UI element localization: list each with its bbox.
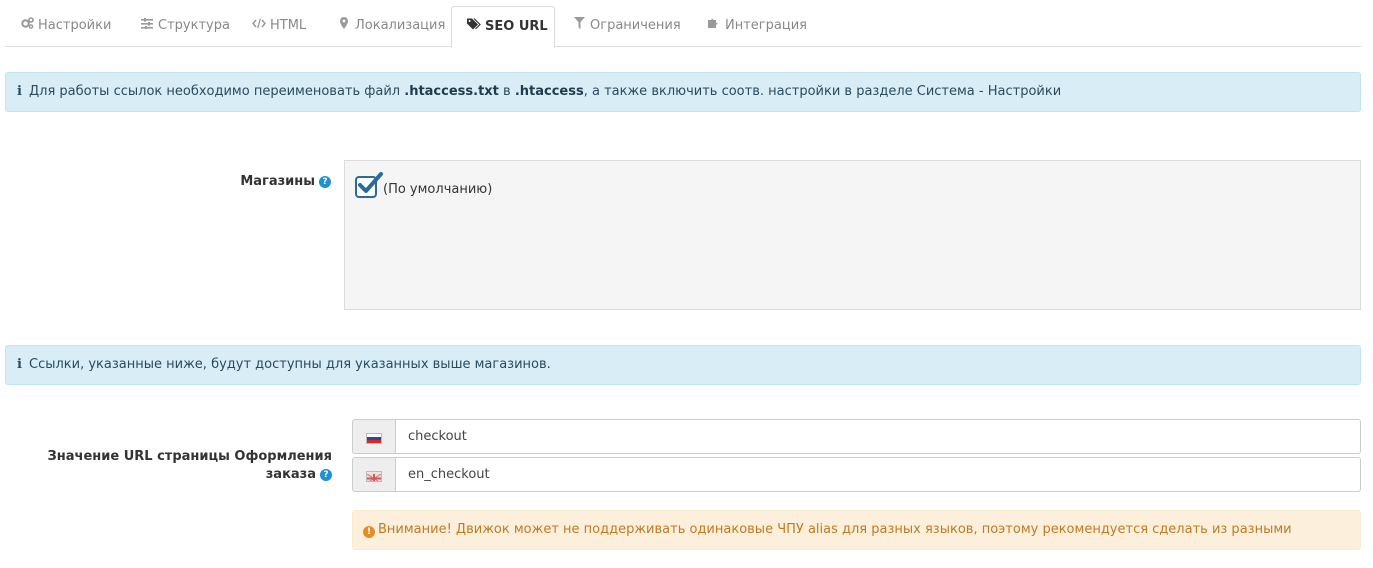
help-icon[interactable]: ? <box>320 469 332 481</box>
tab-restrictions[interactable]: Ограничения <box>572 6 681 47</box>
tab-label: Локализация <box>355 18 446 33</box>
duplicate-alias-warning: ! Внимание! Движок может не поддерживать … <box>352 510 1361 550</box>
seo-label-line1: Значение URL страницы Оформления <box>47 449 332 464</box>
tab-localization[interactable]: Локализация <box>337 6 445 47</box>
htaccess-info-alert: i Для работы ссылок необходимо переименов… <box>5 72 1361 112</box>
seo-url-en-input[interactable] <box>395 457 1361 492</box>
seo-url-ru-group <box>352 419 1361 454</box>
tab-label: Структура <box>158 18 230 33</box>
tab-label: SEO URL <box>485 19 548 34</box>
stores-well: (По умолчанию) <box>344 160 1361 310</box>
alert-text-part3: , а также включить соотв. настройки в ра… <box>583 84 1062 99</box>
checkmark-icon <box>358 172 383 193</box>
map-marker-icon <box>337 6 351 46</box>
tab-bar: Настройки Структура HTML Локализация SEO… <box>5 6 1361 48</box>
tab-label: HTML <box>270 18 307 33</box>
uk-flag-icon <box>366 471 382 482</box>
tab-settings[interactable]: Настройки <box>20 6 111 47</box>
lang-addon-ru <box>352 419 396 454</box>
alert-text-part2: в <box>498 84 515 99</box>
filter-icon <box>572 6 586 46</box>
alert-mid-text: Ссылки, указанные ниже, будут доступны д… <box>29 357 551 372</box>
tab-structure[interactable]: Структура <box>140 6 230 47</box>
tab-seo-url[interactable]: SEO URL <box>451 6 555 48</box>
stores-label: Магазины <box>240 174 315 189</box>
warning-text: Внимание! Движок может не поддерживать о… <box>378 522 1292 537</box>
default-store-checkbox[interactable] <box>355 172 383 198</box>
help-icon[interactable]: ? <box>319 176 331 188</box>
info-icon: i <box>17 84 22 99</box>
tab-label: Ограничения <box>590 18 681 33</box>
code-icon <box>252 6 266 46</box>
seo-url-ru-input[interactable] <box>395 419 1361 454</box>
lang-addon-en <box>352 457 396 492</box>
tab-html[interactable]: HTML <box>252 6 306 47</box>
alert-file1: .htaccess.txt <box>404 84 499 99</box>
exclamation-circle-icon: ! <box>363 526 375 538</box>
seo-label-line2-row: заказа? <box>20 466 332 484</box>
stores-label-row: Магазины? <box>200 174 331 189</box>
gears-icon <box>20 6 34 46</box>
tab-integration[interactable]: Интеграция <box>707 6 807 47</box>
default-store-label: (По умолчанию) <box>383 182 493 197</box>
alert-text-part1: Для работы ссылок необходимо переименова… <box>29 84 405 99</box>
puzzle-icon <box>707 6 721 46</box>
sliders-icon <box>140 6 154 46</box>
info-icon: i <box>17 357 22 372</box>
tags-icon <box>467 7 481 47</box>
seo-url-label: Значение URL страницы Оформления заказа? <box>20 448 332 484</box>
russia-flag-icon <box>366 433 382 444</box>
seo-label-line2: заказа <box>265 467 316 482</box>
links-info-alert: i Ссылки, указанные ниже, будут доступны … <box>5 345 1361 385</box>
seo-url-en-group <box>352 457 1361 492</box>
alert-file2: .htaccess <box>514 84 584 99</box>
tab-label: Настройки <box>38 18 112 33</box>
tab-label: Интеграция <box>725 18 807 33</box>
